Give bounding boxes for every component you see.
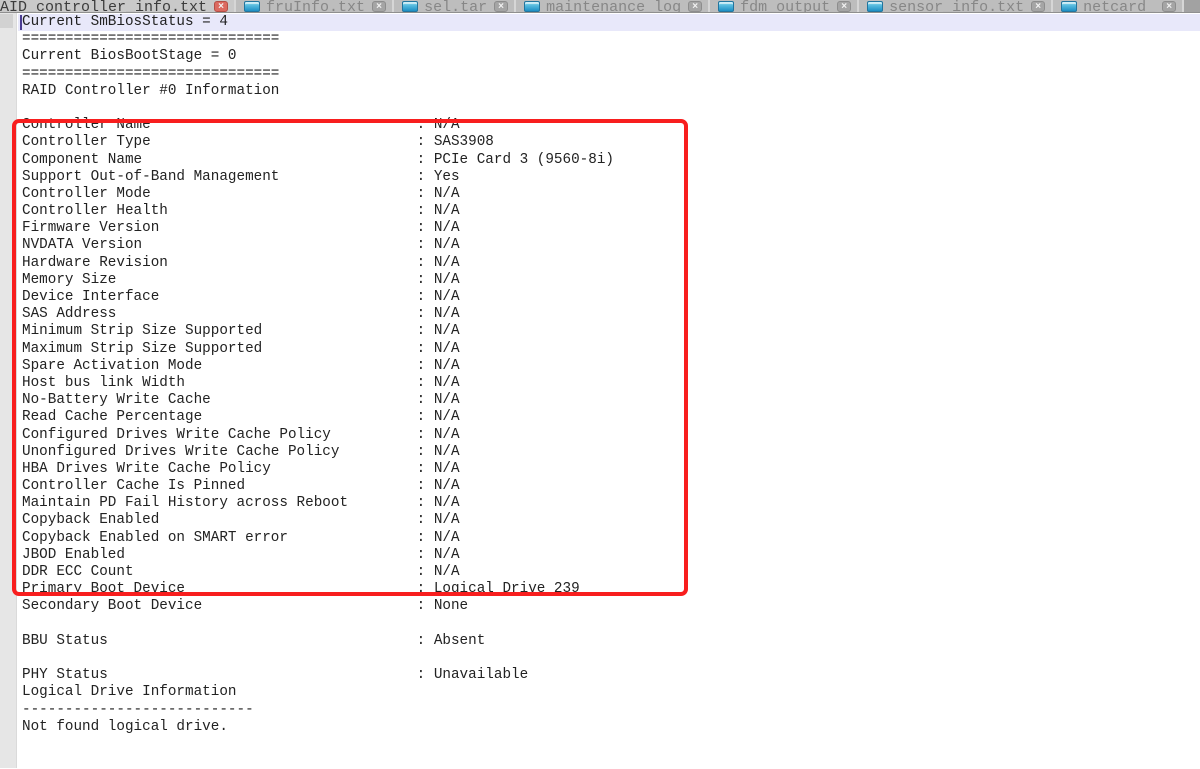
close-icon[interactable]: × (494, 1, 508, 12)
file-icon (1061, 1, 1077, 12)
editor-lines: Current SmBiosStatus = 4================… (18, 13, 1200, 736)
editor-line[interactable] (18, 650, 1200, 667)
editor-line[interactable]: Controller Health : N/A (18, 203, 1200, 220)
editor-line[interactable]: Configured Drives Write Cache Policy : N… (18, 427, 1200, 444)
editor-line[interactable]: Controller Cache Is Pinned : N/A (18, 478, 1200, 495)
editor-line[interactable]: Memory Size : N/A (18, 272, 1200, 289)
close-icon[interactable]: × (1162, 1, 1176, 12)
tab-label: maintenance_log (546, 3, 681, 13)
editor-line[interactable]: Controller Mode : N/A (18, 186, 1200, 203)
tab-netcard[interactable]: netcard_ × (1053, 0, 1184, 13)
tab-label: sensor_info.txt (889, 3, 1024, 13)
tab-fruinfo-txt[interactable]: fruInfo.txt × (236, 0, 394, 13)
editor-line[interactable]: Primary Boot Device : Logical Drive 239 (18, 581, 1200, 598)
tab-label: sel.tar (424, 3, 487, 13)
editor-line[interactable]: Minimum Strip Size Supported : N/A (18, 323, 1200, 340)
editor-line[interactable]: DDR ECC Count : N/A (18, 564, 1200, 581)
editor[interactable]: Current SmBiosStatus = 4================… (0, 13, 1200, 768)
editor-line[interactable]: Component Name : PCIe Card 3 (9560-8i) (18, 152, 1200, 169)
editor-line[interactable]: Logical Drive Information (18, 684, 1200, 701)
editor-line[interactable]: ============================== (18, 66, 1200, 83)
file-icon (867, 1, 883, 12)
file-icon (244, 1, 260, 12)
tab-strip: RAID_controller_info.txt×fruInfo.txt×sel… (0, 0, 1200, 13)
editor-line[interactable]: Secondary Boot Device : None (18, 598, 1200, 615)
close-icon[interactable]: × (837, 1, 851, 12)
file-icon (524, 1, 540, 12)
editor-line[interactable]: Copyback Enabled on SMART error : N/A (18, 530, 1200, 547)
editor-line[interactable]: JBOD Enabled : N/A (18, 547, 1200, 564)
close-icon[interactable]: × (372, 1, 386, 12)
text-caret (20, 15, 22, 30)
editor-line[interactable]: --------------------------- (18, 702, 1200, 719)
file-icon (402, 1, 418, 12)
editor-line[interactable]: Host bus link Width : N/A (18, 375, 1200, 392)
tab-sel-tar[interactable]: sel.tar × (394, 0, 516, 13)
gutter-marker (0, 14, 13, 28)
editor-line[interactable]: Current BiosBootStage = 0 (18, 48, 1200, 65)
editor-line[interactable]: SAS Address : N/A (18, 306, 1200, 323)
tab-bar: RAID_controller_info.txt×fruInfo.txt×sel… (0, 0, 1200, 13)
editor-line[interactable]: Firmware Version : N/A (18, 220, 1200, 237)
editor-line[interactable]: Current SmBiosStatus = 4 (18, 14, 1200, 31)
tab-label: RAID_controller_info.txt (0, 3, 207, 13)
editor-line[interactable]: Copyback Enabled : N/A (18, 512, 1200, 529)
tab-raid-controller-info-txt[interactable]: RAID_controller_info.txt × (0, 0, 236, 13)
editor-line[interactable]: Controller Type : SAS3908 (18, 134, 1200, 151)
close-icon[interactable]: × (688, 1, 702, 12)
editor-line[interactable]: Support Out-of-Band Management : Yes (18, 169, 1200, 186)
editor-line[interactable]: HBA Drives Write Cache Policy : N/A (18, 461, 1200, 478)
editor-line[interactable]: Maintain PD Fail History across Reboot :… (18, 495, 1200, 512)
editor-line[interactable]: Maximum Strip Size Supported : N/A (18, 341, 1200, 358)
editor-line[interactable]: BBU Status : Absent (18, 633, 1200, 650)
tab-maintenance-log[interactable]: maintenance_log × (516, 0, 710, 13)
editor-line[interactable]: Spare Activation Mode : N/A (18, 358, 1200, 375)
editor-line[interactable]: ============================== (18, 31, 1200, 48)
editor-line[interactable]: Not found logical drive. (18, 719, 1200, 736)
tab-label: fruInfo.txt (266, 3, 365, 13)
close-icon[interactable]: × (214, 1, 228, 12)
editor-line[interactable] (18, 616, 1200, 633)
tab-label: netcard_ (1083, 3, 1155, 13)
editor-line[interactable]: Read Cache Percentage : N/A (18, 409, 1200, 426)
close-icon[interactable]: × (1031, 1, 1045, 12)
tab-sensor-info-txt[interactable]: sensor_info.txt × (859, 0, 1053, 13)
file-icon (718, 1, 734, 12)
editor-line[interactable] (18, 100, 1200, 117)
editor-line[interactable]: Unonfigured Drives Write Cache Policy : … (18, 444, 1200, 461)
editor-line[interactable]: PHY Status : Unavailable (18, 667, 1200, 684)
editor-line[interactable]: RAID Controller #0 Information (18, 83, 1200, 100)
editor-line[interactable]: Hardware Revision : N/A (18, 255, 1200, 272)
editor-line[interactable]: No-Battery Write Cache : N/A (18, 392, 1200, 409)
editor-line[interactable]: NVDATA Version : N/A (18, 237, 1200, 254)
editor-line[interactable]: Device Interface : N/A (18, 289, 1200, 306)
tab-label: fdm_output (740, 3, 830, 13)
editor-line[interactable]: Controller Name : N/A (18, 117, 1200, 134)
tab-fdm-output[interactable]: fdm_output × (710, 0, 859, 13)
editor-gutter (0, 13, 17, 768)
